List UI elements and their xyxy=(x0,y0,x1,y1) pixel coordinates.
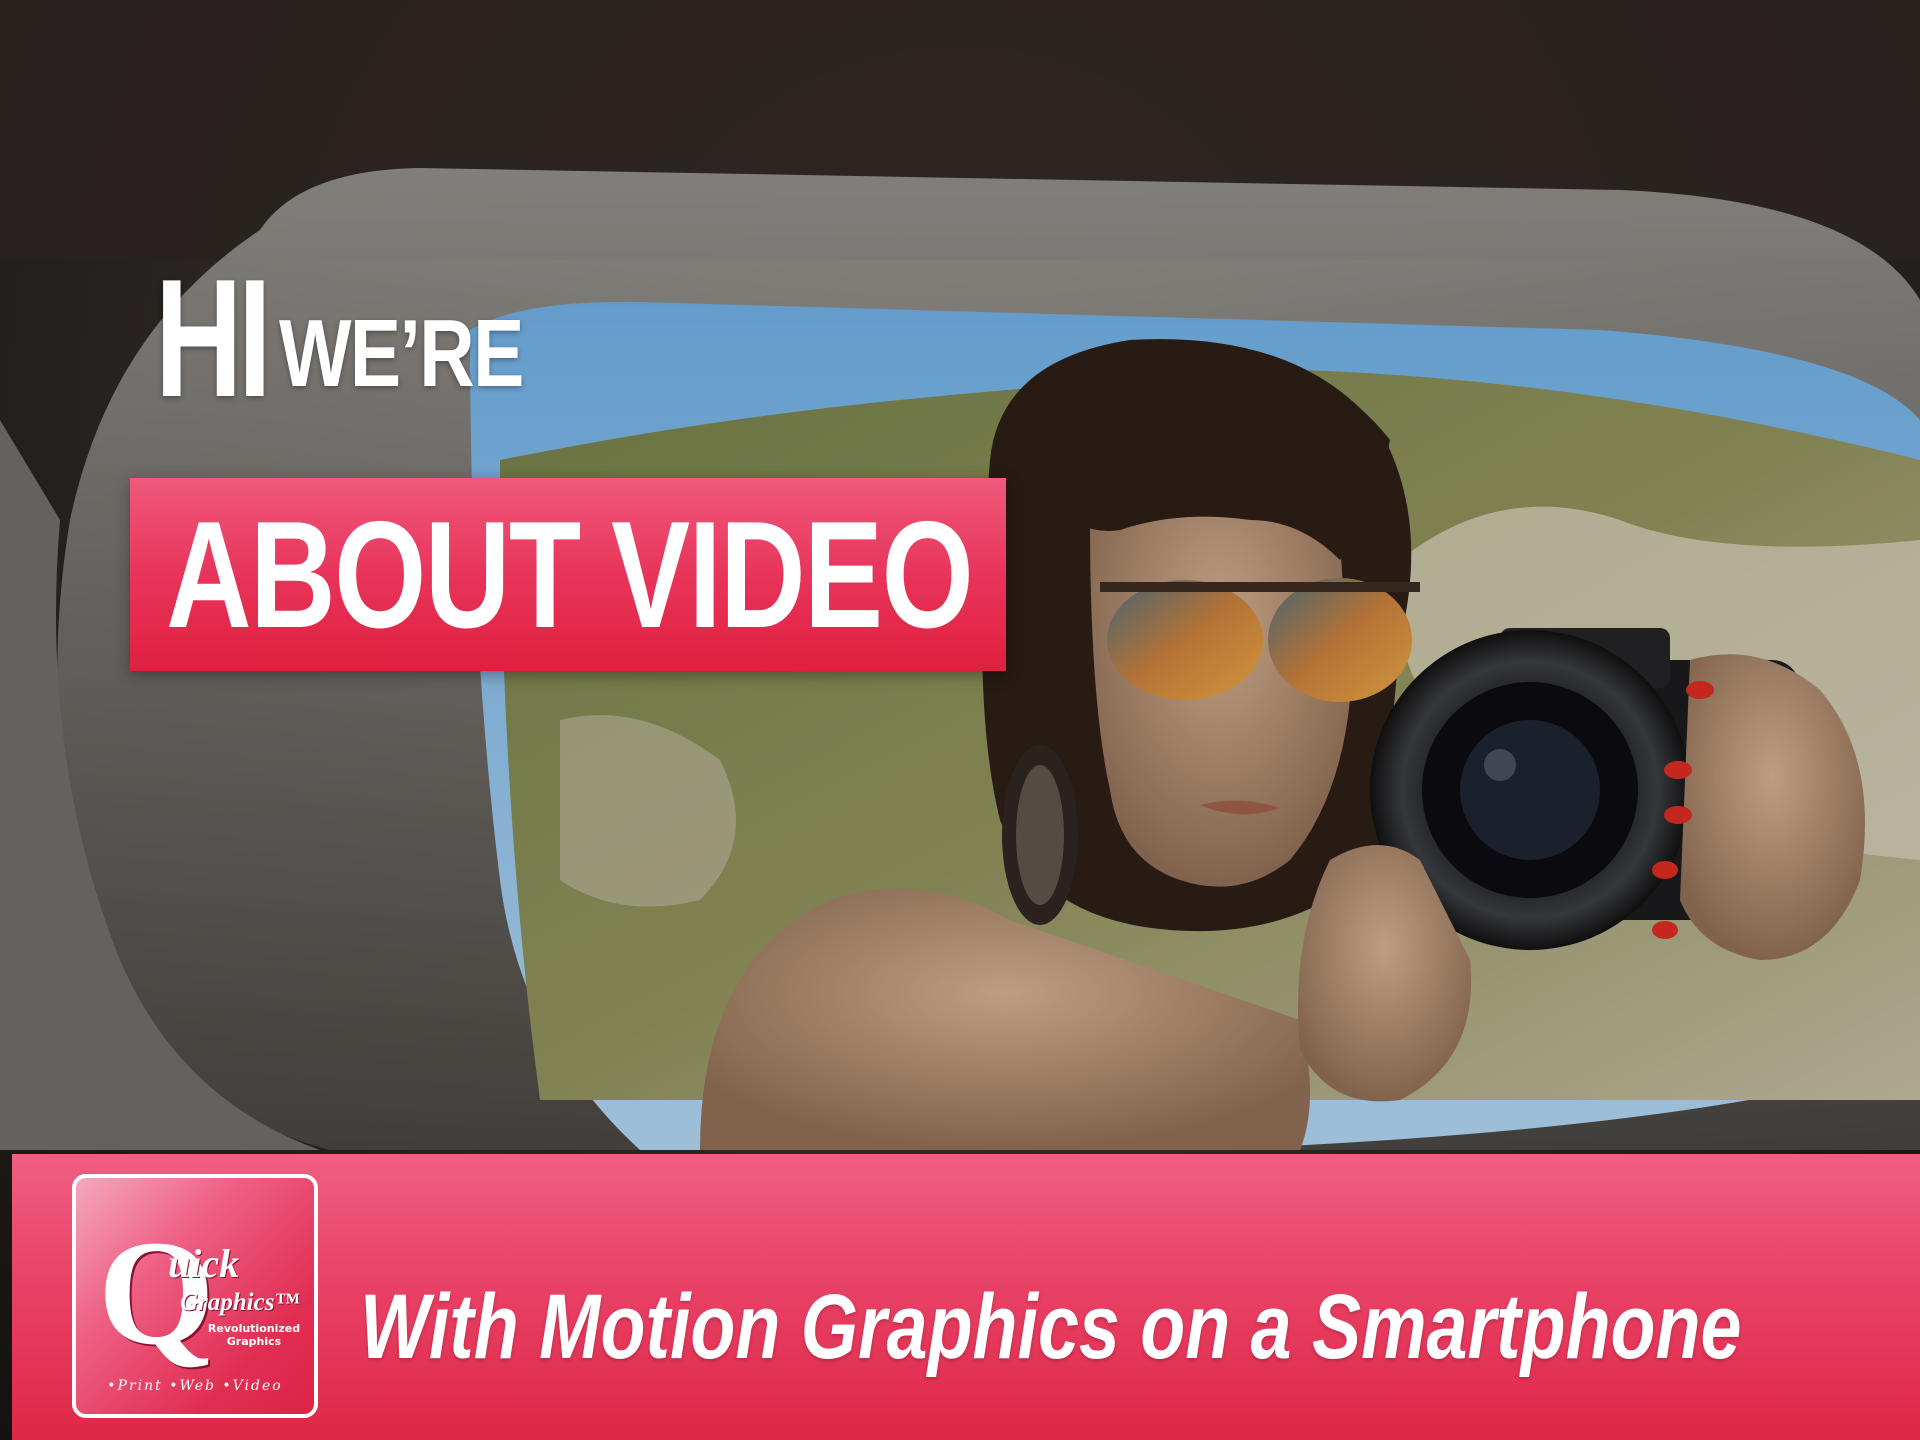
logo-tagline: Revolutionized Graphics xyxy=(207,1322,301,1348)
headline-hi-were: HI WE’RE xyxy=(155,254,584,422)
bottom-banner: Q uick Graphics™ Revolutionized Graphics… xyxy=(12,1154,1920,1440)
logo-graphics-text: Graphics™ xyxy=(180,1289,300,1316)
quick-graphics-logo: Q uick Graphics™ Revolutionized Graphics… xyxy=(72,1174,318,1418)
headline-were: WE’RE xyxy=(279,300,524,407)
headline-hi: HI xyxy=(155,244,272,432)
banner-tagline: With Motion Graphics on a Smartphone xyxy=(360,1276,1742,1378)
logo-services: •Print •Web •Video xyxy=(107,1378,283,1394)
logo-quick-text: uick xyxy=(168,1241,240,1286)
headline-about-video: ABOUT VIDEO xyxy=(166,489,974,660)
headline-about-box: ABOUT VIDEO xyxy=(130,478,1006,671)
